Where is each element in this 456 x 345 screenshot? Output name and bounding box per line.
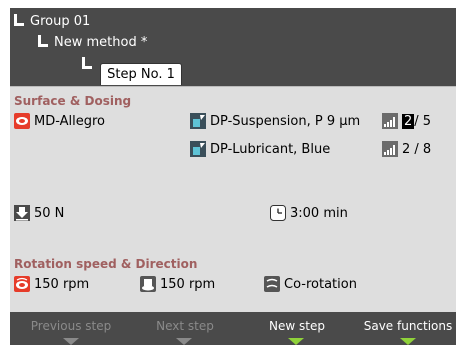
next-step-arrow-icon: [176, 338, 192, 345]
tree-item-method[interactable]: New method *: [38, 35, 147, 51]
method-label: New method *: [54, 35, 148, 50]
force-value: 50 N: [34, 205, 65, 221]
previous-step-button[interactable]: Previous step: [25, 319, 117, 333]
direction-value: Co-rotation: [284, 276, 357, 292]
force-down-arrow-icon: [14, 205, 30, 221]
lubricant-level-value: 2 / 8: [402, 141, 432, 157]
section-title-rotation: Rotation speed & Direction: [14, 257, 198, 271]
suspension-level-rest: / 5: [414, 113, 432, 129]
lubricant-bottle-icon: [190, 141, 206, 157]
holder-rotation-icon: [140, 276, 156, 292]
surface-label: MD-Allegro: [34, 113, 106, 129]
disc-speed-value: 150 rpm: [34, 276, 90, 292]
new-step-button[interactable]: New step: [262, 319, 332, 333]
section-title-surface-dosing: Surface & Dosing: [14, 94, 132, 108]
previous-step-arrow-icon: [63, 338, 79, 345]
lubricant-label: DP-Lubricant, Blue: [210, 141, 331, 157]
tab-step[interactable]: Step No. 1: [100, 63, 182, 85]
softkey-bar: Previous step Next step New step Save fu…: [10, 312, 456, 345]
tree-item-step-elbow: [82, 57, 98, 73]
suspension-item[interactable]: DP-Suspension, P 9 µm: [190, 113, 360, 129]
clock-icon: [270, 205, 286, 221]
method-tree: Group 01 New method *: [10, 8, 456, 86]
suspension-level-current: 2: [402, 113, 415, 129]
group-label: Group 01: [30, 14, 91, 29]
lubricant-item[interactable]: DP-Lubricant, Blue: [190, 141, 330, 157]
tree-elbow-icon: [82, 57, 92, 69]
holder-speed-item[interactable]: 150 rpm: [140, 276, 215, 292]
time-item[interactable]: 3:00 min: [270, 205, 348, 221]
tree-elbow-icon: [14, 14, 24, 26]
save-functions-arrow-icon: [400, 338, 416, 345]
next-step-button[interactable]: Next step: [150, 319, 220, 333]
suspension-bottle-icon: [190, 113, 206, 129]
disc-rotation-icon: [14, 276, 30, 292]
surface-disc-icon: [14, 113, 30, 129]
tree-elbow-icon: [38, 35, 48, 47]
holder-speed-value: 150 rpm: [160, 276, 216, 292]
surface-item[interactable]: MD-Allegro: [14, 113, 105, 129]
suspension-label: DP-Suspension, P 9 µm: [210, 113, 361, 129]
save-functions-button[interactable]: Save functions: [360, 319, 456, 333]
suspension-level[interactable]: 2 / 5: [382, 113, 431, 129]
level-bars-icon: [382, 141, 398, 157]
lubricant-level[interactable]: 2 / 8: [382, 141, 431, 157]
tree-item-group[interactable]: Group 01: [14, 14, 90, 30]
direction-item[interactable]: Co-rotation: [264, 276, 357, 292]
co-rotation-icon: [264, 276, 280, 292]
level-bars-icon: [382, 113, 398, 129]
step-panel: Surface & Dosing MD-Allegro DP-Suspensio…: [10, 86, 456, 313]
disc-speed-item[interactable]: 150 rpm: [14, 276, 89, 292]
new-step-arrow-icon: [288, 338, 304, 345]
time-value: 3:00 min: [290, 205, 348, 221]
force-item[interactable]: 50 N: [14, 205, 64, 221]
